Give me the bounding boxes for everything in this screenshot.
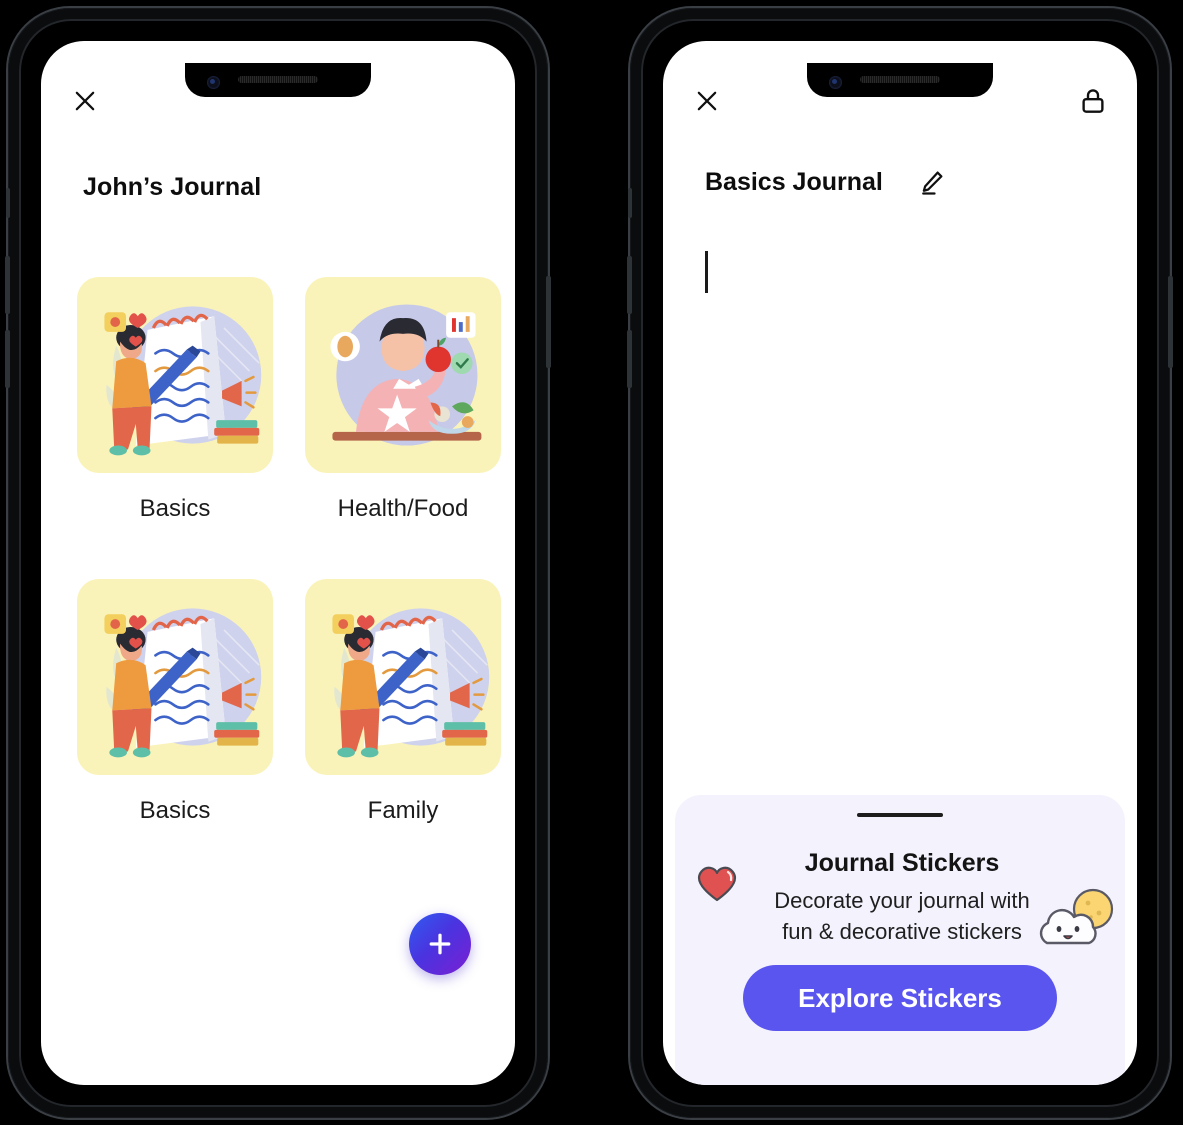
mute-switch-right[interactable] [628, 188, 632, 218]
sheet-text-block: Journal Stickers Decorate your journal w… [771, 849, 1033, 948]
journal-thumbnail [77, 277, 273, 473]
close-button[interactable] [63, 79, 107, 123]
sheet-subtitle: Decorate your journal with fun & decorat… [771, 886, 1033, 948]
plus-icon [429, 933, 451, 955]
journal-card-basics-1[interactable]: Basics [77, 277, 273, 523]
journal-card-family[interactable]: Family [305, 579, 501, 825]
volume-down-button-right[interactable] [627, 330, 632, 388]
journal-card-label: Family [367, 797, 439, 824]
earpiece-speaker-icon [860, 76, 940, 83]
add-journal-button[interactable] [409, 913, 471, 975]
mute-switch-left[interactable] [6, 188, 10, 218]
phone-device-left: John’s Journal Basics Health/Food Basics… [5, 8, 551, 1118]
front-camera-icon [207, 76, 220, 89]
pencil-edit-icon [921, 171, 943, 195]
close-icon [75, 91, 95, 111]
journal-grid: Basics Health/Food Basics Family [77, 277, 501, 825]
screen-journal-list: John’s Journal Basics Health/Food Basics… [41, 41, 515, 1085]
healthy-eating-illustration [305, 277, 501, 473]
journal-thumbnail [305, 277, 501, 473]
writer-notepad-illustration [77, 579, 273, 775]
phone-bezel-left: John’s Journal Basics Health/Food Basics… [19, 19, 537, 1107]
volume-up-button-left[interactable] [5, 256, 10, 314]
screen-journal-editor: Basics Journal Journal Stickers Decorate… [663, 41, 1137, 1085]
journal-card-basics-2[interactable]: Basics [77, 579, 273, 825]
sheet-subtitle-line-2: fun & decorative stickers [782, 918, 1022, 944]
explore-stickers-button[interactable]: Explore Stickers [743, 965, 1057, 1031]
journal-card-label: Health/Food [337, 495, 469, 522]
explore-stickers-label: Explore Stickers [798, 982, 1002, 1013]
journal-card-label: Basics [139, 495, 211, 522]
power-button-right[interactable] [1168, 276, 1173, 368]
device-notch-left [185, 63, 371, 97]
journal-title: Basics Journal [705, 167, 883, 196]
close-icon [697, 91, 717, 111]
sheet-title: Journal Stickers [804, 849, 1000, 877]
power-button-left[interactable] [546, 276, 551, 368]
heart-sticker [697, 866, 737, 902]
close-button[interactable] [685, 79, 729, 123]
front-camera-icon [829, 76, 842, 89]
journal-card-health-food[interactable]: Health/Food [305, 277, 501, 523]
volume-down-button-left[interactable] [5, 330, 10, 388]
earpiece-speaker-icon [238, 76, 318, 83]
writer-notepad-illustration [305, 579, 501, 775]
phone-bezel-right: Basics Journal Journal Stickers Decorate… [641, 19, 1159, 1107]
journal-thumbnail [77, 579, 273, 775]
screenshot-stage: John’s Journal Basics Health/Food Basics… [0, 0, 1183, 1125]
sticker-promo-sheet: Journal Stickers Decorate your journal w… [675, 795, 1125, 1085]
phone-device-right: Basics Journal Journal Stickers Decorate… [627, 8, 1173, 1118]
journal-header: Basics Journal [705, 163, 1097, 201]
lock-icon [1082, 89, 1104, 113]
device-notch-right [807, 63, 993, 97]
journal-card-label: Basics [139, 797, 211, 824]
edit-journal-title-button[interactable] [913, 163, 951, 201]
journal-text-editor[interactable] [705, 251, 1097, 795]
sheet-subtitle-line-1: Decorate your journal with [774, 888, 1030, 913]
writer-notepad-illustration [77, 277, 273, 473]
sheet-content: Journal Stickers Decorate your journal w… [675, 827, 1125, 977]
volume-up-button-right[interactable] [627, 256, 632, 314]
lock-journal-button[interactable] [1071, 79, 1115, 123]
text-cursor [705, 251, 708, 293]
sheet-drag-handle[interactable] [857, 813, 943, 817]
cloud-moon-sticker [1039, 888, 1114, 945]
page-title: John’s Journal [83, 173, 262, 201]
journal-thumbnail [305, 579, 501, 775]
